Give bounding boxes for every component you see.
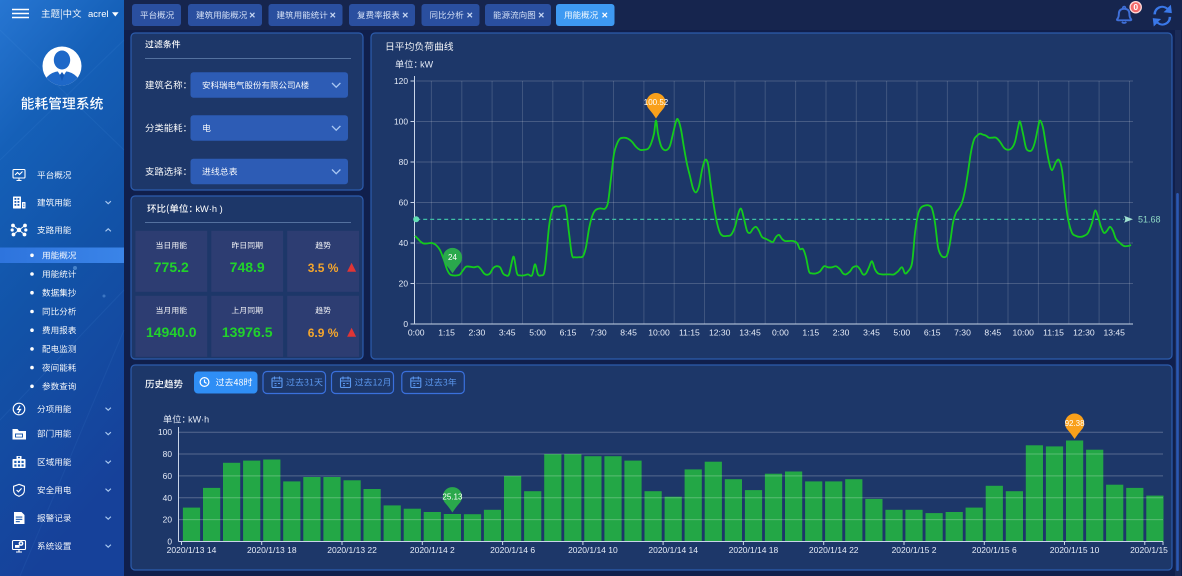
svg-text:0: 0 xyxy=(1133,2,1138,12)
svg-text:12:30: 12:30 xyxy=(709,328,731,338)
svg-text:8:45: 8:45 xyxy=(984,328,1001,338)
svg-text:8:45: 8:45 xyxy=(620,328,637,338)
svg-text:kW·h: kW·h xyxy=(188,415,209,425)
svg-text:13976.5: 13976.5 xyxy=(222,324,273,340)
svg-text:2020/1/14 22: 2020/1/14 22 xyxy=(809,545,859,555)
svg-text:0:00: 0:00 xyxy=(408,328,425,338)
svg-text:20: 20 xyxy=(163,515,173,525)
svg-text:6:15: 6:15 xyxy=(560,328,577,338)
svg-text:2020/1/15 10: 2020/1/15 10 xyxy=(1050,545,1100,555)
svg-text:6:15: 6:15 xyxy=(924,328,941,338)
svg-text:3:45: 3:45 xyxy=(499,328,516,338)
svg-text:60: 60 xyxy=(399,198,409,208)
svg-text:80: 80 xyxy=(399,157,409,167)
svg-text:10:00: 10:00 xyxy=(648,328,670,338)
svg-text:748.9: 748.9 xyxy=(230,259,265,275)
svg-text:2:30: 2:30 xyxy=(469,328,486,338)
svg-text:25.13: 25.13 xyxy=(442,492,463,501)
svg-text:11:15: 11:15 xyxy=(1043,328,1064,338)
svg-text:120: 120 xyxy=(394,76,408,86)
svg-text:100.52: 100.52 xyxy=(644,98,669,107)
svg-text:2020/1/15 2: 2020/1/15 2 xyxy=(892,545,937,555)
svg-text:24: 24 xyxy=(448,253,457,262)
svg-text:1:15: 1:15 xyxy=(802,328,819,338)
svg-text:kW·h ): kW·h ) xyxy=(195,204,222,214)
svg-text:11:15: 11:15 xyxy=(679,328,700,338)
svg-text:7:30: 7:30 xyxy=(590,328,607,338)
svg-text:51.68: 51.68 xyxy=(1138,214,1161,224)
svg-text:2:30: 2:30 xyxy=(833,328,850,338)
svg-text:2020/1/13 22: 2020/1/13 22 xyxy=(327,545,377,555)
svg-text:92.38: 92.38 xyxy=(1065,419,1086,428)
svg-text:100: 100 xyxy=(158,427,172,437)
svg-text:6.9 %: 6.9 % xyxy=(308,326,339,340)
svg-text:0:00: 0:00 xyxy=(772,328,789,338)
svg-text:40: 40 xyxy=(163,493,173,503)
svg-text:acrel: acrel xyxy=(88,9,109,20)
svg-text:2020/1/14 18: 2020/1/14 18 xyxy=(729,545,779,555)
svg-text:2020/1/14 14: 2020/1/14 14 xyxy=(648,545,698,555)
svg-text:13:45: 13:45 xyxy=(1103,328,1125,338)
svg-text:14940.0: 14940.0 xyxy=(146,324,197,340)
svg-text:20: 20 xyxy=(399,279,409,289)
svg-text:12:30: 12:30 xyxy=(1073,328,1095,338)
svg-text:100: 100 xyxy=(394,117,408,127)
svg-text:kW: kW xyxy=(420,60,434,70)
svg-text:10:00: 10:00 xyxy=(1012,328,1034,338)
svg-text:13:45: 13:45 xyxy=(739,328,761,338)
svg-text:5:00: 5:00 xyxy=(893,328,910,338)
svg-text:2020/1/13 14: 2020/1/13 14 xyxy=(167,545,217,555)
svg-text:5:00: 5:00 xyxy=(529,328,546,338)
svg-text:2020/1/14 2: 2020/1/14 2 xyxy=(410,545,455,555)
svg-text:3.5 %: 3.5 % xyxy=(308,261,339,275)
svg-text:40: 40 xyxy=(399,238,409,248)
svg-text:80: 80 xyxy=(163,449,173,459)
svg-text:2020/1/15: 2020/1/15 xyxy=(1130,545,1168,555)
svg-text:1:15: 1:15 xyxy=(438,328,455,338)
svg-text:60: 60 xyxy=(163,471,173,481)
svg-text:7:30: 7:30 xyxy=(954,328,971,338)
svg-text:775.2: 775.2 xyxy=(154,259,189,275)
svg-text:3:45: 3:45 xyxy=(863,328,880,338)
svg-text:2020/1/14 10: 2020/1/14 10 xyxy=(568,545,618,555)
svg-text:2020/1/13 18: 2020/1/13 18 xyxy=(247,545,297,555)
svg-text:2020/1/14 6: 2020/1/14 6 xyxy=(490,545,535,555)
svg-text:2020/1/15 6: 2020/1/15 6 xyxy=(972,545,1017,555)
